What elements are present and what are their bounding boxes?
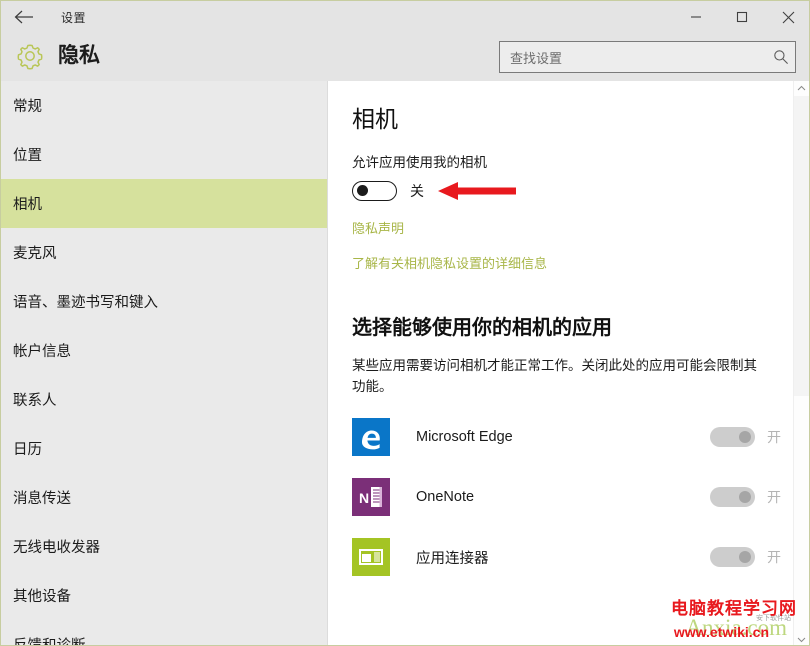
maximize-icon bbox=[736, 11, 748, 23]
onenote-toggle-group: 开 bbox=[710, 487, 787, 507]
edge-toggle-group: 开 bbox=[710, 427, 787, 447]
sidebar-item-label: 联系人 bbox=[13, 393, 57, 409]
sidebar-item-radios[interactable]: 无线电收发器 bbox=[1, 522, 327, 571]
sidebar-item-speech-inking-typing[interactable]: 语音、墨迹书写和键入 bbox=[1, 277, 327, 326]
app-connector-toggle-group: 开 bbox=[710, 547, 787, 567]
sidebar-item-calendar[interactable]: 日历 bbox=[1, 424, 327, 473]
app-row-onenote: N OneNote 开 bbox=[352, 475, 787, 519]
sidebar-item-label: 无线电收发器 bbox=[13, 540, 100, 556]
sidebar-item-label: 常规 bbox=[13, 99, 42, 115]
sidebar-item-label: 语音、墨迹书写和键入 bbox=[13, 295, 158, 311]
sidebar-item-other-devices[interactable]: 其他设备 bbox=[1, 571, 327, 620]
search-icon[interactable] bbox=[767, 42, 795, 72]
search-box[interactable]: 查找设置 bbox=[499, 41, 796, 73]
watermark-site-name: 电脑教程学习网 bbox=[671, 599, 797, 618]
sidebar-item-label: 相机 bbox=[13, 197, 42, 213]
app-connector-icon bbox=[352, 538, 390, 576]
sidebar-item-location[interactable]: 位置 bbox=[1, 130, 327, 179]
toggle-knob bbox=[739, 491, 751, 503]
close-button[interactable] bbox=[765, 1, 809, 33]
app-name: Microsoft Edge bbox=[416, 429, 513, 445]
app-row-app-connector: 应用连接器 开 bbox=[352, 535, 787, 579]
close-icon bbox=[782, 11, 794, 23]
sidebar-item-label: 消息传送 bbox=[13, 491, 71, 507]
page-header: 隐私 查找设置 bbox=[1, 33, 809, 81]
sidebar-item-camera[interactable]: 相机 bbox=[1, 179, 327, 228]
onenote-camera-toggle[interactable] bbox=[710, 487, 755, 507]
back-arrow-icon bbox=[14, 10, 33, 24]
watermark-url: www.etwiki.cn bbox=[673, 624, 769, 640]
chevron-down-icon[interactable] bbox=[794, 632, 809, 645]
toggle-knob bbox=[739, 431, 751, 443]
sidebar-item-contacts[interactable]: 联系人 bbox=[1, 375, 327, 424]
toggle-knob bbox=[357, 185, 368, 197]
permission-label: 允许应用使用我的相机 bbox=[352, 155, 487, 170]
sidebar-item-microphone[interactable]: 麦克风 bbox=[1, 228, 327, 277]
sidebar-item-label: 麦克风 bbox=[13, 246, 57, 262]
onenote-toggle-state: 开 bbox=[767, 489, 781, 505]
edge-toggle-state: 开 bbox=[767, 429, 781, 445]
window-controls bbox=[673, 1, 809, 33]
page-title: 隐私 bbox=[58, 44, 100, 67]
privacy-statement-link[interactable]: 隐私声明 bbox=[352, 218, 809, 237]
scrollbar-thumb[interactable] bbox=[794, 96, 809, 396]
chevron-up-icon[interactable] bbox=[794, 81, 809, 96]
app-name: OneNote bbox=[416, 489, 475, 505]
section-title: 相机 bbox=[352, 106, 398, 132]
sidebar-item-messaging[interactable]: 消息传送 bbox=[1, 473, 327, 522]
apps-section-description: 某些应用需要访问相机才能正常工作。关闭此处的应用可能会限制其功能。 bbox=[352, 358, 757, 394]
back-button[interactable] bbox=[1, 1, 47, 33]
maximize-button[interactable] bbox=[719, 1, 765, 33]
toggle-knob bbox=[739, 551, 751, 563]
title-bar: 设置 bbox=[1, 1, 809, 33]
svg-text:N: N bbox=[359, 490, 369, 506]
app-name: 应用连接器 bbox=[416, 550, 489, 567]
app-connector-toggle-state: 开 bbox=[767, 549, 781, 565]
sidebar-item-feedback-diagnostics[interactable]: 反馈和诊断 bbox=[1, 620, 327, 646]
minimize-button[interactable] bbox=[673, 1, 719, 33]
content-panel: 相机 允许应用使用我的相机 关 隐私声明 了解有关相机隐私设置的详细信息 选择能… bbox=[329, 81, 809, 645]
camera-permission-row: 关 bbox=[352, 180, 809, 202]
sidebar-item-label: 位置 bbox=[13, 148, 42, 164]
app-row-edge: Microsoft Edge 开 bbox=[352, 415, 787, 459]
sidebar[interactable]: 常规 位置 相机 麦克风 语音、墨迹书写和键入 帐户信息 联系人 日历 消息传送… bbox=[1, 81, 328, 646]
sidebar-item-label: 反馈和诊断 bbox=[13, 638, 86, 646]
learn-more-link[interactable]: 了解有关相机隐私设置的详细信息 bbox=[352, 253, 809, 272]
search-input[interactable]: 查找设置 bbox=[500, 48, 767, 67]
settings-window: 设置 隐私 查找设置 常规 位置 相机 麦克风 语音、墨迹书写和键入 帐户信息 … bbox=[0, 0, 810, 646]
apps-section-title: 选择能够使用你的相机的应用 bbox=[352, 317, 612, 339]
app-connector-camera-toggle[interactable] bbox=[710, 547, 755, 567]
onenote-icon: N bbox=[352, 478, 390, 516]
red-arrow-annotation bbox=[438, 180, 516, 202]
edge-camera-toggle[interactable] bbox=[710, 427, 755, 447]
sidebar-item-account-info[interactable]: 帐户信息 bbox=[1, 326, 327, 375]
sidebar-item-label: 帐户信息 bbox=[13, 344, 71, 360]
sidebar-item-label: 其他设备 bbox=[13, 589, 71, 605]
camera-permission-toggle[interactable] bbox=[352, 181, 397, 201]
gear-icon bbox=[13, 39, 47, 73]
minimize-icon bbox=[691, 16, 701, 18]
sidebar-item-label: 日历 bbox=[13, 442, 42, 458]
camera-permission-state: 关 bbox=[410, 183, 424, 199]
content-scrollbar[interactable] bbox=[793, 81, 809, 645]
app-title: 设置 bbox=[61, 10, 87, 25]
sidebar-item-general[interactable]: 常规 bbox=[1, 81, 327, 130]
edge-icon bbox=[352, 418, 390, 456]
